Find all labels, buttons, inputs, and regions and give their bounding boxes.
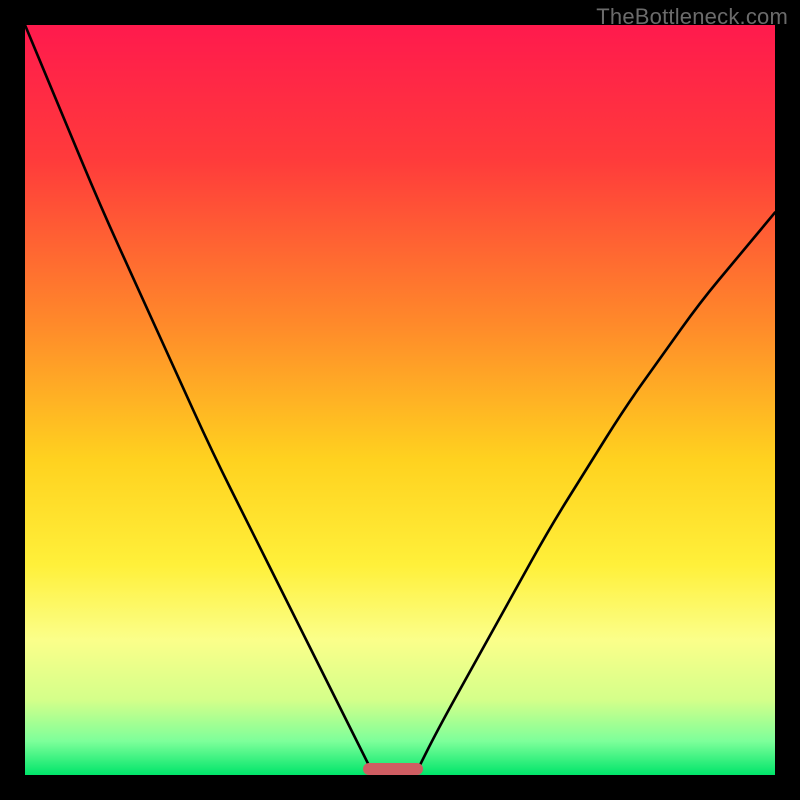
plot-area	[25, 25, 775, 775]
outer-frame: TheBottleneck.com	[0, 0, 800, 800]
curves-layer	[25, 25, 775, 775]
bottleneck-marker	[363, 763, 423, 775]
curve-left	[25, 25, 374, 775]
curve-right	[415, 213, 775, 776]
